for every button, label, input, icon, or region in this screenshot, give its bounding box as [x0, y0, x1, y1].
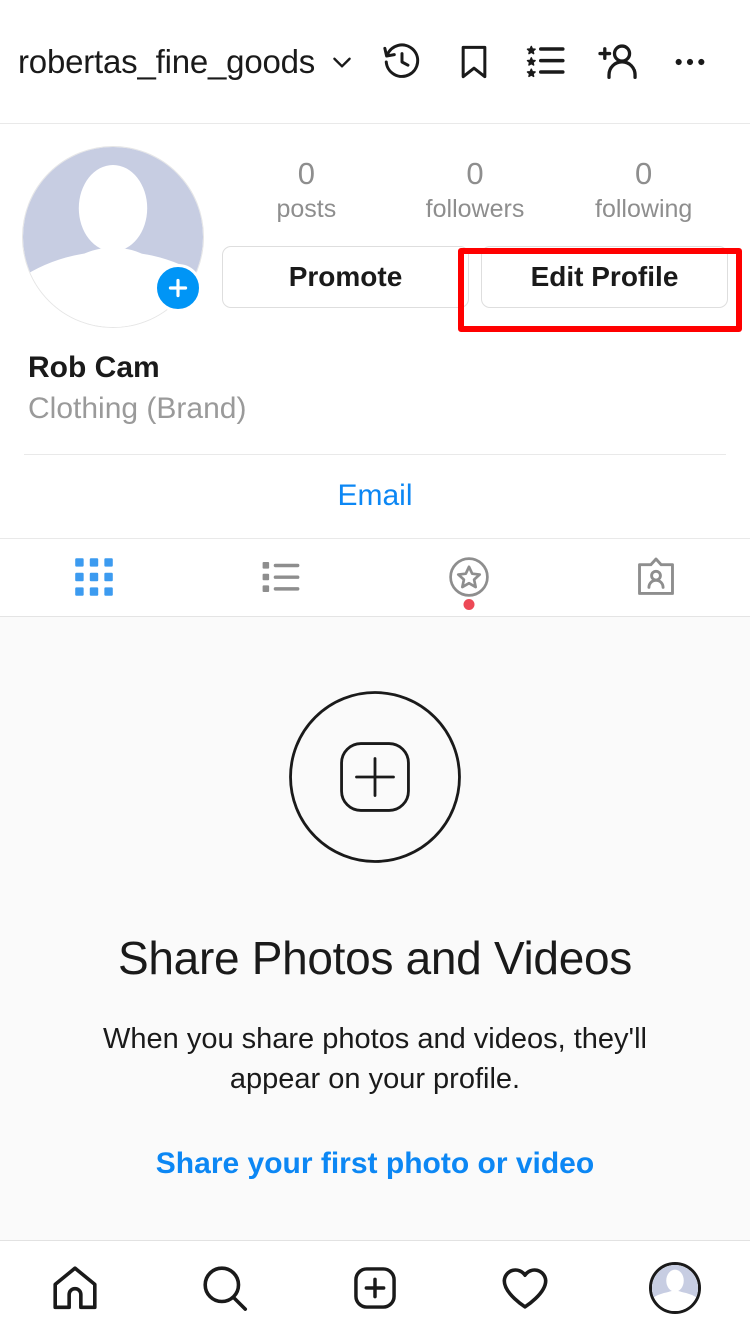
edit-profile-button[interactable]: Edit Profile — [481, 245, 728, 308]
nav-activity[interactable] — [450, 1241, 600, 1334]
plus-square-icon — [349, 1262, 401, 1314]
stat-posts[interactable]: 0 posts — [222, 156, 391, 224]
add-story-plus-icon[interactable] — [154, 264, 202, 312]
list-icon — [258, 554, 304, 600]
highlights-notification-dot — [463, 598, 475, 610]
profile-header-right: 0 posts 0 followers 0 following Promote … — [204, 146, 728, 328]
profile-header: 0 posts 0 followers 0 following Promote … — [0, 124, 750, 328]
top-bar-actions — [366, 26, 726, 98]
top-bar: robertas_fine_goods — [0, 0, 750, 124]
nav-profile[interactable] — [600, 1241, 750, 1334]
archive-history-icon[interactable] — [366, 26, 438, 98]
stat-following[interactable]: 0 following — [559, 156, 728, 224]
grid-icon — [71, 554, 117, 600]
more-options-icon[interactable] — [654, 26, 726, 98]
profile-stats: 0 posts 0 followers 0 following — [222, 146, 728, 224]
display-name: Rob Cam — [28, 351, 160, 384]
stat-posts-value: 0 — [297, 156, 315, 191]
account-switcher[interactable]: robertas_fine_goods — [18, 43, 355, 81]
nav-create[interactable] — [300, 1241, 450, 1334]
home-icon — [48, 1261, 102, 1315]
tab-grid[interactable] — [0, 539, 188, 616]
bottom-navigation-bar — [0, 1240, 750, 1334]
heart-icon — [498, 1261, 552, 1315]
avatar-block[interactable] — [22, 146, 204, 328]
instagram-profile-screen: robertas_fine_goods 0 posts 0 followers … — [0, 0, 750, 1334]
nav-search[interactable] — [150, 1241, 300, 1334]
category-label: Clothing (Brand) — [28, 392, 247, 425]
empty-state-subtitle: When you share photos and videos, they'l… — [103, 1022, 647, 1095]
stat-posts-label: posts — [276, 194, 337, 223]
bookmark-icon[interactable] — [438, 26, 510, 98]
stat-followers-label: followers — [425, 194, 525, 223]
chevron-down-icon[interactable] — [329, 49, 355, 75]
tab-list[interactable] — [188, 539, 376, 616]
promote-button[interactable]: Promote — [222, 245, 469, 308]
add-person-icon[interactable] — [582, 26, 654, 98]
add-photo-circle-icon[interactable] — [287, 689, 463, 865]
email-row: Email — [0, 455, 750, 539]
stat-following-label: following — [595, 194, 693, 223]
username-label: robertas_fine_goods — [18, 42, 316, 80]
stat-following-value: 0 — [635, 156, 653, 191]
profile-tab-bar — [0, 538, 750, 617]
search-icon — [198, 1261, 252, 1315]
profile-action-row: Promote Edit Profile — [222, 245, 728, 308]
profile-bio: Rob Cam Clothing (Brand) — [0, 328, 750, 430]
share-first-photo-link[interactable]: Share your first photo or video — [156, 1147, 594, 1181]
stat-followers[interactable]: 0 followers — [391, 156, 560, 224]
empty-state-content: Share Photos and Videos When you share p… — [0, 616, 750, 1240]
tab-highlights[interactable] — [375, 539, 563, 616]
email-button[interactable]: Email — [337, 479, 412, 513]
star-circle-icon — [445, 553, 493, 601]
tab-tagged[interactable] — [563, 539, 750, 616]
nav-home[interactable] — [0, 1241, 150, 1334]
tagged-card-icon — [633, 554, 679, 600]
star-list-icon[interactable] — [510, 26, 582, 98]
profile-avatar-icon — [649, 1261, 701, 1314]
empty-state-title: Share Photos and Videos — [118, 931, 632, 984]
stat-followers-value: 0 — [466, 156, 484, 191]
